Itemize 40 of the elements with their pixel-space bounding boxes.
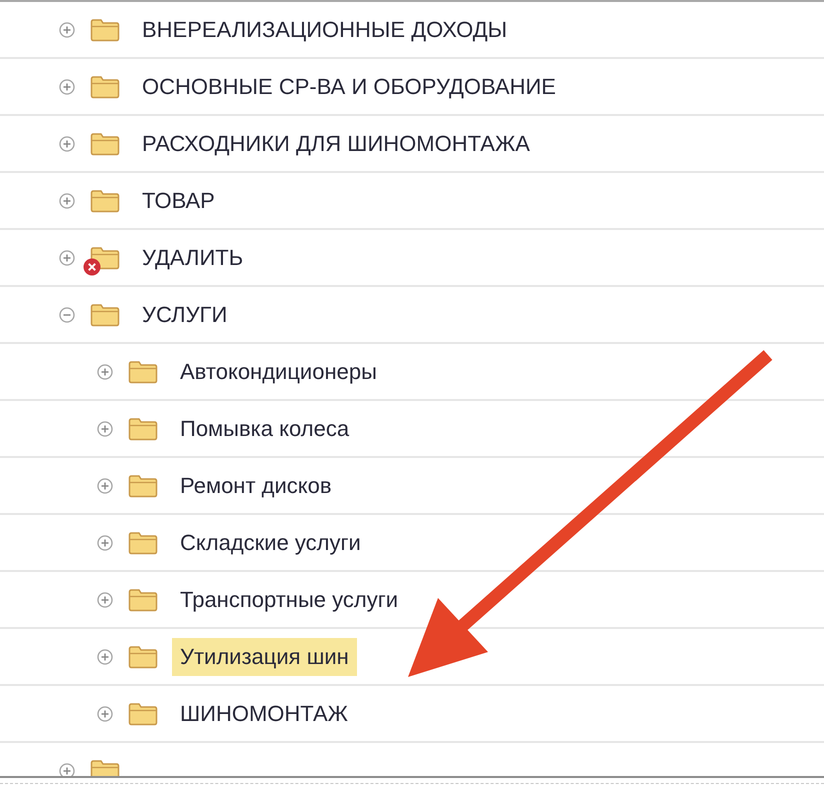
folder-icon <box>90 302 120 326</box>
expand-icon[interactable] <box>97 478 113 494</box>
expand-icon[interactable] <box>59 78 75 94</box>
expand-icon[interactable] <box>59 762 75 776</box>
expand-icon[interactable] <box>97 534 113 550</box>
expand-icon[interactable] <box>59 192 75 208</box>
folder-icon <box>128 644 158 668</box>
folder-icon <box>128 530 158 554</box>
folder-icon <box>128 588 158 612</box>
expand-icon[interactable] <box>97 592 113 608</box>
expand-icon[interactable] <box>97 706 113 722</box>
tree-item-label[interactable]: Помывка колеса <box>180 416 350 442</box>
tree-item-label[interactable]: Транспортные услуги <box>180 586 398 612</box>
folder-icon <box>90 74 120 98</box>
tree-item-label[interactable]: ОСНОВНЫЕ СР-ВА И ОБОРУДОВАНИЕ <box>142 74 556 100</box>
folder-icon <box>90 18 120 42</box>
tree-item-label[interactable]: УДАЛИТЬ <box>142 244 244 270</box>
tree-item-label[interactable]: Автокондиционеры <box>180 358 377 384</box>
tree-item-label[interactable]: Ремонт дисков <box>180 472 332 498</box>
expand-icon[interactable] <box>97 364 113 380</box>
folder-icon <box>90 132 120 156</box>
expand-icon[interactable] <box>59 250 75 266</box>
expand-icon[interactable] <box>59 22 75 38</box>
folder-icon <box>128 702 158 726</box>
tree-item-label[interactable]: ШИНОМОНТАЖ <box>180 700 348 726</box>
collapse-icon[interactable] <box>59 306 75 322</box>
folder-icon <box>90 188 120 212</box>
folder-icon <box>128 360 158 384</box>
folder-icon <box>90 758 120 776</box>
folder-icon <box>128 416 158 440</box>
expand-icon[interactable] <box>97 648 113 664</box>
tree-item-label[interactable]: РАСХОДНИКИ ДЛЯ ШИНОМОНТАЖА <box>142 130 530 156</box>
tree-item-label[interactable]: Утилизация шин <box>172 638 357 676</box>
tree-item-label[interactable]: ТОВАР <box>142 188 215 214</box>
tree-item-label[interactable]: Складские услуги <box>180 530 361 556</box>
folder-icon <box>128 474 158 498</box>
expand-icon[interactable] <box>97 420 113 436</box>
expand-icon[interactable] <box>59 136 75 152</box>
tree-item-label[interactable]: ВНЕРЕАЛИЗАЦИОННЫЕ ДОХОДЫ <box>142 16 508 42</box>
tree-item-label[interactable]: УСЛУГИ <box>142 302 228 328</box>
